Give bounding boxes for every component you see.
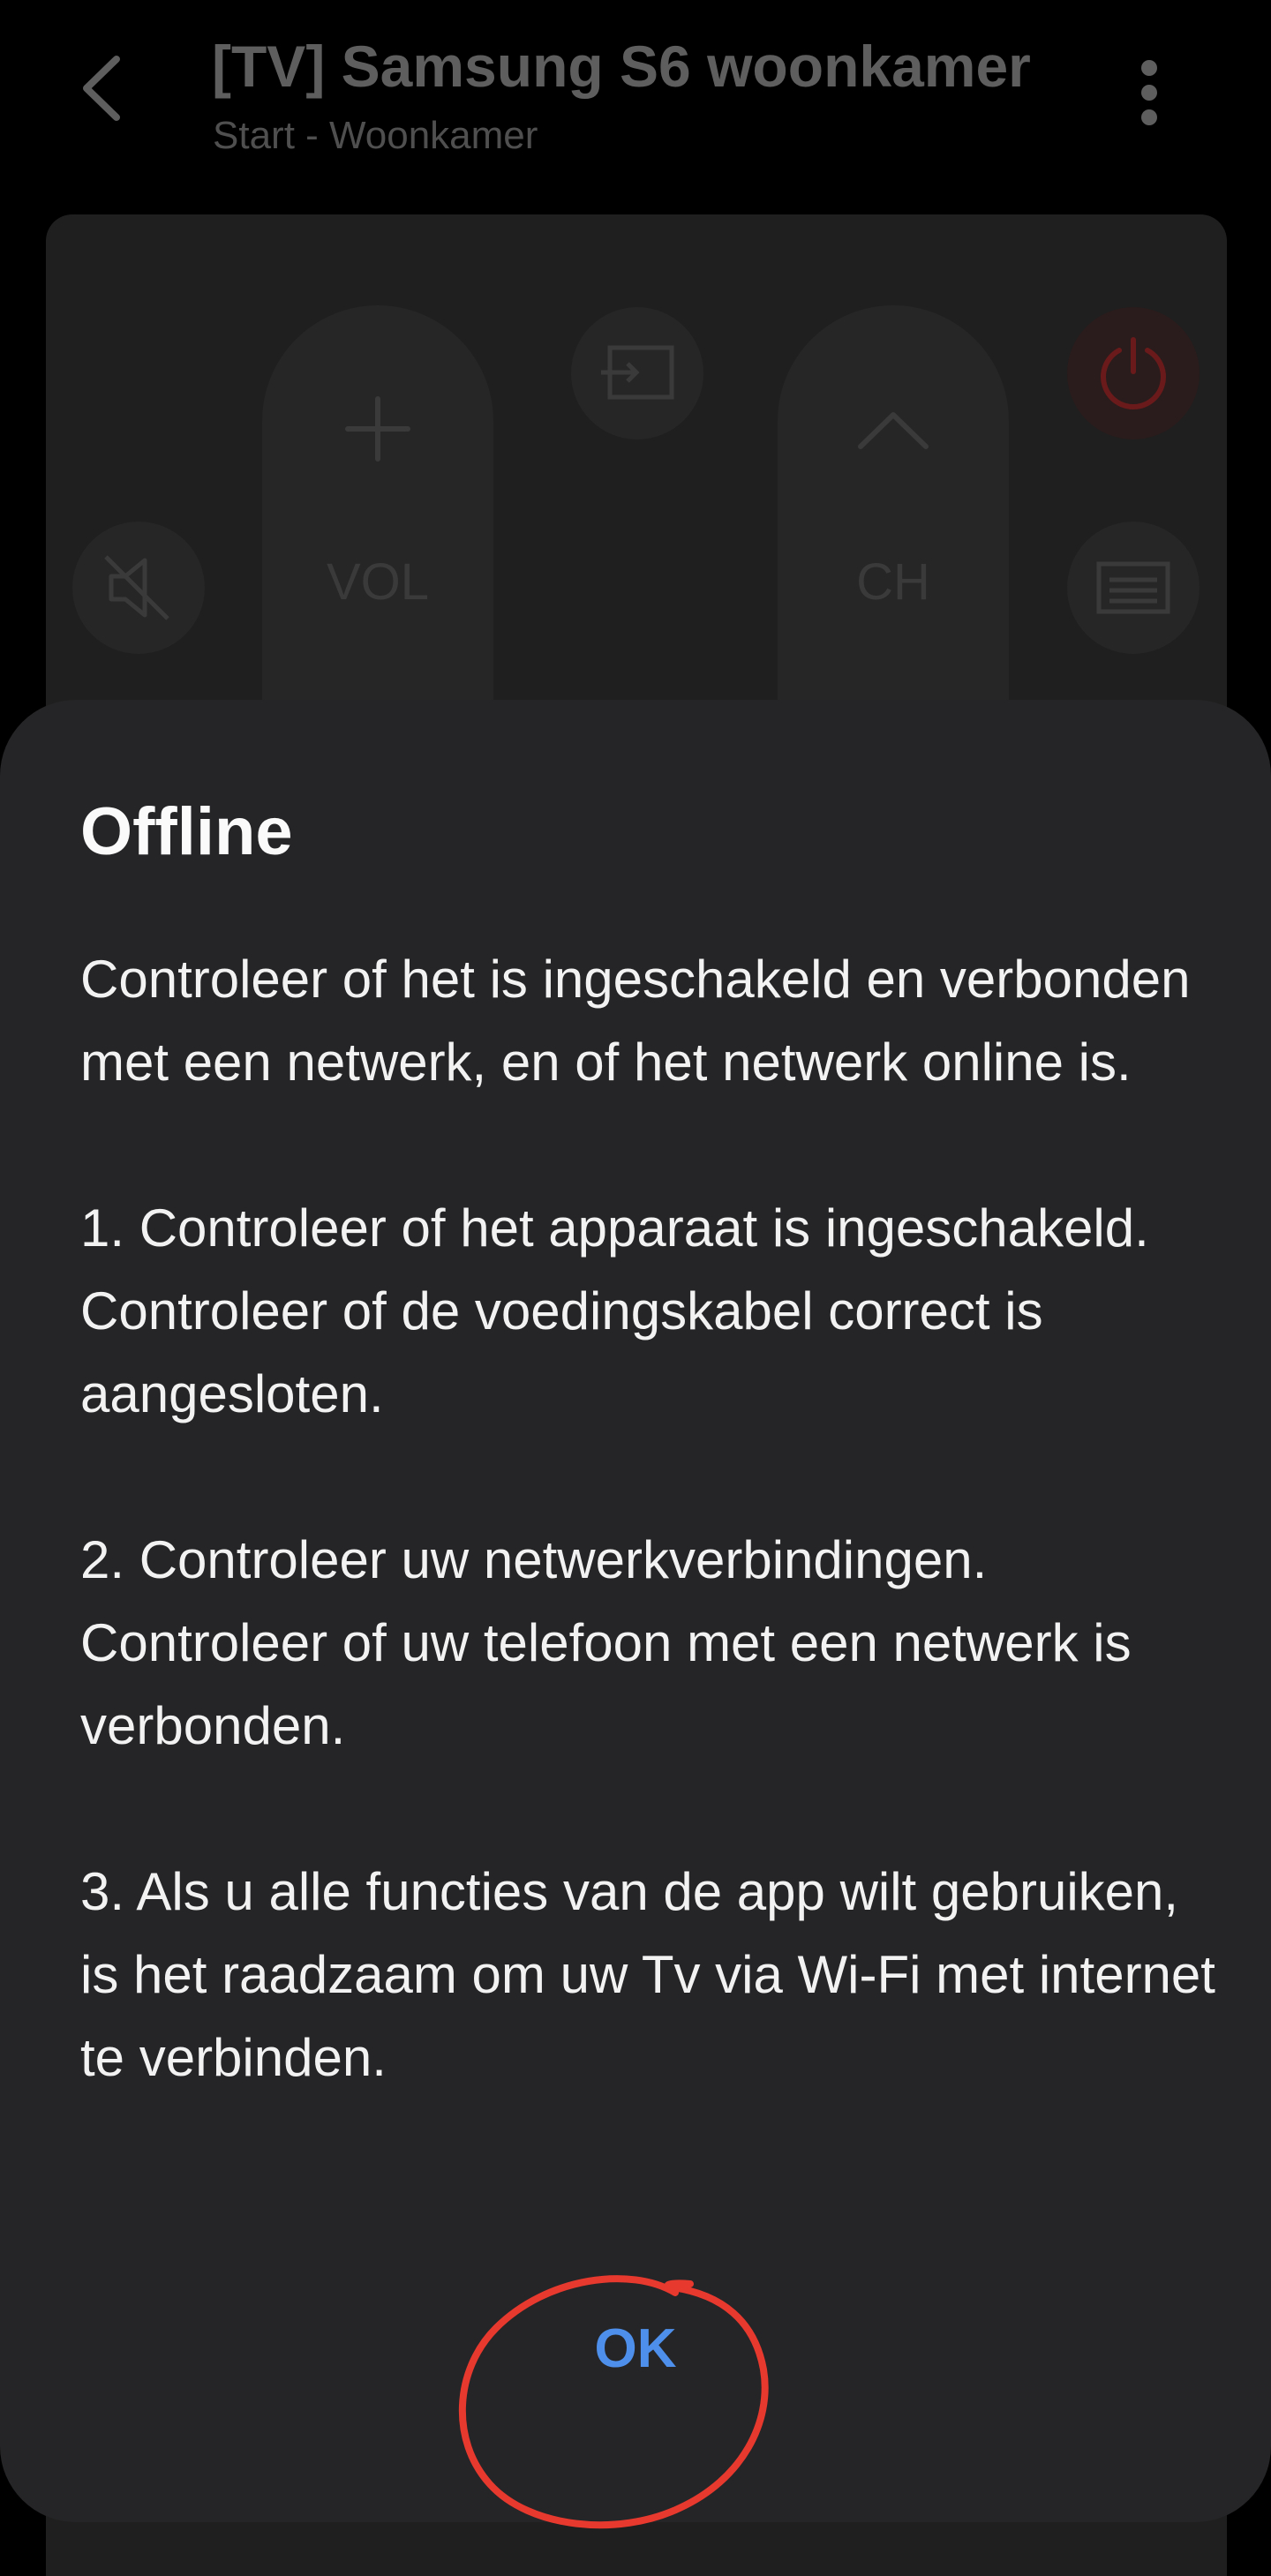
offline-dialog: Offline Controleer of het is ingeschakel…	[0, 700, 1271, 2522]
more-options-button[interactable]	[1105, 44, 1193, 141]
plus-icon	[345, 396, 410, 462]
page-subtitle: Start - Woonkamer	[213, 114, 538, 157]
mute-icon	[104, 555, 169, 620]
dialog-paragraph: 3. Als u alle functies van de app wilt g…	[80, 1862, 1215, 2087]
power-button[interactable]	[1067, 307, 1200, 439]
chevron-left-icon	[83, 56, 120, 121]
mute-button[interactable]	[72, 522, 205, 654]
more-vertical-icon	[1141, 60, 1157, 125]
back-button[interactable]	[53, 40, 150, 137]
guide-icon	[1096, 561, 1170, 614]
dialog-title: Offline	[80, 794, 293, 869]
guide-button[interactable]	[1067, 522, 1200, 654]
dialog-message: Controleer of het is ingeschakeld en ver…	[80, 938, 1219, 2099]
app-screen: [TV] Samsung S6 woonkamer Start - Woonka…	[0, 0, 1271, 2576]
dialog-paragraph: 1. Controleer of het apparaat is ingesch…	[80, 1198, 1149, 1423]
channel-label: CH	[856, 553, 930, 611]
dialog-paragraph: Controleer of het is ingeschakeld en ver…	[80, 950, 1191, 1092]
page-title: [TV] Samsung S6 woonkamer	[212, 34, 1031, 99]
ok-button[interactable]: OK	[459, 2295, 812, 2401]
source-button[interactable]	[571, 307, 703, 439]
app-header: [TV] Samsung S6 woonkamer Start - Woonka…	[0, 0, 1271, 194]
source-icon	[601, 345, 674, 400]
dialog-paragraph: 2. Controleer uw netwerkverbindingen. Co…	[80, 1530, 1132, 1755]
chevron-up-icon	[858, 412, 929, 449]
volume-label: VOL	[326, 553, 430, 611]
power-icon	[1101, 337, 1166, 409]
